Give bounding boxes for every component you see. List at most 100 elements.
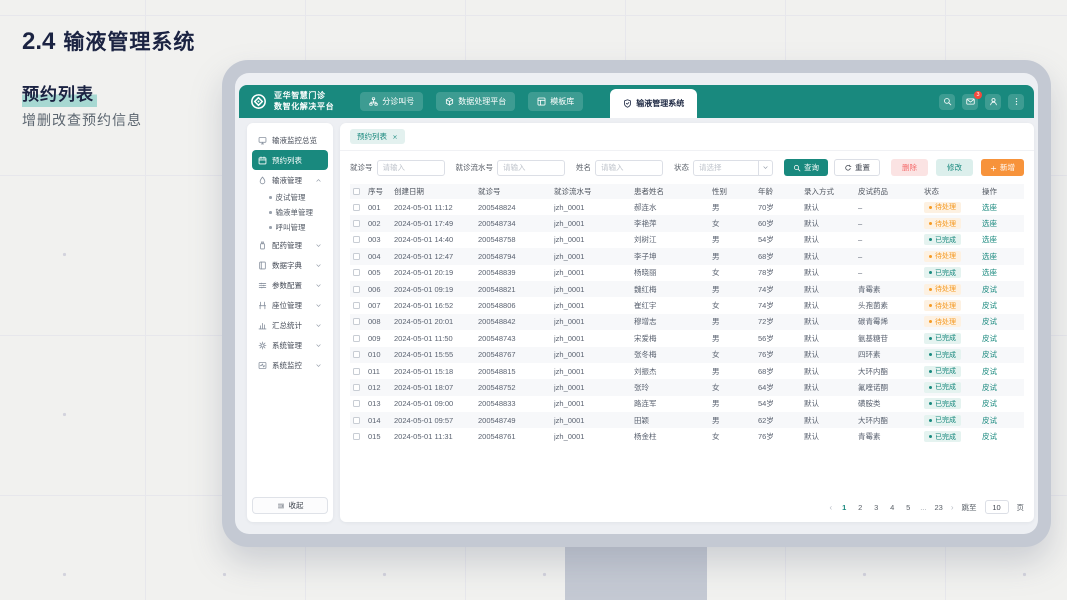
row-action-link[interactable]: 皮试	[982, 301, 997, 310]
cell-age: 64岁	[758, 382, 774, 392]
sidebar-item-infusion-management[interactable]: 输液管理	[252, 170, 328, 190]
row-checkbox[interactable]	[353, 269, 360, 277]
sidebar-item-infusion-monitor-overview[interactable]: 输液监控总览	[252, 130, 328, 150]
flow-no-input[interactable]	[497, 159, 565, 176]
cell-name: 张冬梅	[634, 350, 657, 360]
sidebar-collapse-button[interactable]: 收起	[252, 497, 328, 514]
sidebar-item-data-dictionary[interactable]: 数据字典	[252, 255, 328, 275]
cell-seq: 003	[368, 235, 381, 245]
delete-button[interactable]: 删除	[891, 159, 928, 176]
row-action-link[interactable]: 皮试	[982, 334, 997, 343]
table-row: 002 2024-05-01 17:49 200548734 jzh_0001 李艳萍 女…	[350, 215, 1024, 232]
row-action-link[interactable]: 皮试	[982, 383, 997, 392]
search-button[interactable]: 查询	[784, 159, 828, 176]
sidebar-item-dispensing-management[interactable]: 配药管理	[252, 235, 328, 255]
row-checkbox[interactable]	[353, 367, 360, 375]
row-action-link[interactable]: 皮试	[982, 416, 997, 425]
cell-gender: 男	[712, 366, 720, 376]
row-action-link[interactable]: 皮试	[982, 317, 997, 326]
row-action-link[interactable]: 选座	[982, 235, 997, 244]
cell-gender: 女	[712, 219, 720, 229]
cell-flow_no: jzh_0001	[554, 333, 585, 343]
more-button[interactable]	[1008, 93, 1024, 110]
table-row: 007 2024-05-01 16:52 200548806 jzh_0001 崔红宇 女…	[350, 297, 1024, 313]
cell-name: 郝连水	[634, 202, 657, 212]
row-checkbox[interactable]	[353, 416, 360, 424]
row-checkbox[interactable]	[353, 400, 360, 408]
row-action-link[interactable]: 选座	[982, 252, 997, 261]
sidebar-item-system-monitor[interactable]: 系统监控	[252, 355, 328, 375]
jump-page-input[interactable]	[984, 500, 1009, 514]
nav-triage-call[interactable]: 分诊叫号	[360, 92, 424, 111]
pagination-next[interactable]: ›	[951, 503, 954, 512]
cell-action: 选座	[982, 251, 1024, 262]
messages-button[interactable]: 3	[962, 90, 982, 110]
edit-button[interactable]: 修改	[936, 159, 973, 176]
cell-age: 74岁	[758, 284, 774, 294]
nav-template-library[interactable]: 模板库	[528, 92, 584, 111]
sidebar-item-appointment-list[interactable]: 预约列表	[252, 150, 328, 170]
sidebar-item-label: 数据字典	[272, 260, 302, 270]
row-action-link[interactable]: 选座	[982, 268, 997, 277]
nav-infusion-system[interactable]: 输液管理系统	[610, 89, 698, 118]
row-action-link[interactable]: 皮试	[982, 432, 997, 441]
row-action-link[interactable]: 皮试	[982, 350, 997, 359]
account-button[interactable]	[985, 93, 1001, 110]
search-button[interactable]	[939, 93, 955, 110]
slide-description: 增删改查预约信息	[22, 112, 142, 128]
row-checkbox[interactable]	[353, 433, 360, 441]
pagination-page-5[interactable]: 5	[904, 503, 912, 512]
row-checkbox[interactable]	[353, 334, 360, 342]
pagination-page-23[interactable]: 23	[934, 503, 942, 512]
patient-name-input[interactable]	[595, 159, 663, 176]
row-checkbox[interactable]	[353, 285, 360, 293]
row-action-link[interactable]: 皮试	[982, 399, 997, 408]
row-checkbox[interactable]	[353, 203, 360, 211]
row-checkbox[interactable]	[353, 383, 360, 391]
pagination-page-1[interactable]: 1	[840, 503, 848, 512]
sidebar-item-seat-management[interactable]: 座位管理	[252, 295, 328, 315]
row-action-link[interactable]: 选座	[982, 219, 997, 228]
row-checkbox[interactable]	[353, 236, 360, 244]
cell-visit_no: 200548842	[478, 317, 516, 327]
cell-action: 选座	[982, 267, 1024, 278]
nav-data-platform[interactable]: 数据处理平台	[436, 92, 516, 111]
cell-drug: 氨基糖苷	[858, 333, 888, 343]
cell-seq: 014	[368, 415, 381, 425]
visit-no-input[interactable]	[376, 159, 445, 176]
cell-seq: 012	[368, 382, 381, 392]
sidebar-item-label: 汇总统计	[272, 320, 302, 330]
pagination-page-2[interactable]: 2	[856, 503, 864, 512]
status-select[interactable]: 请选择	[693, 159, 773, 176]
row-checkbox[interactable]	[353, 252, 360, 260]
select-all-checkbox[interactable]	[353, 188, 360, 195]
cell-status: 已完成	[924, 365, 982, 377]
sidebar-subitem-call-management[interactable]: 呼叫管理	[252, 220, 328, 235]
sidebar-subitem-infusion-order-management[interactable]: 输液单管理	[252, 205, 328, 220]
pagination-page-3[interactable]: 3	[872, 503, 880, 512]
close-icon[interactable]	[392, 132, 398, 141]
status-label: 待处理	[935, 286, 956, 294]
cell-status: 已完成	[924, 381, 982, 393]
add-button[interactable]: 新增	[981, 159, 1024, 176]
tab-appointment-list[interactable]: 预约列表	[350, 129, 405, 144]
cell-gender: 男	[712, 235, 720, 245]
sidebar-item-system-management[interactable]: 系统管理	[252, 335, 328, 355]
reset-button[interactable]: 重置	[834, 159, 880, 176]
status-badge: 已完成	[924, 365, 961, 377]
pagination-prev[interactable]: ‹	[830, 503, 833, 512]
row-checkbox[interactable]	[353, 318, 360, 326]
sidebar-subitem-skin-test-management[interactable]: 皮试管理	[252, 190, 328, 205]
sidebar-item-parameter-config[interactable]: 参数配置	[252, 275, 328, 295]
sidebar-item-summary-statistics[interactable]: 汇总统计	[252, 315, 328, 335]
row-checkbox[interactable]	[353, 351, 360, 359]
pagination-page-4[interactable]: 4	[888, 503, 896, 512]
row-action-link[interactable]: 皮试	[982, 285, 997, 294]
row-action-link[interactable]: 选座	[982, 203, 997, 212]
table-row: 003 2024-05-01 14:40 200548758 jzh_0001 刘树江 男…	[350, 232, 1024, 248]
row-action-link[interactable]: 皮试	[982, 367, 997, 376]
cell-age: 70岁	[758, 202, 774, 212]
cell-name: 杨金柱	[634, 432, 657, 442]
row-checkbox[interactable]	[353, 302, 360, 310]
row-checkbox[interactable]	[353, 220, 360, 228]
